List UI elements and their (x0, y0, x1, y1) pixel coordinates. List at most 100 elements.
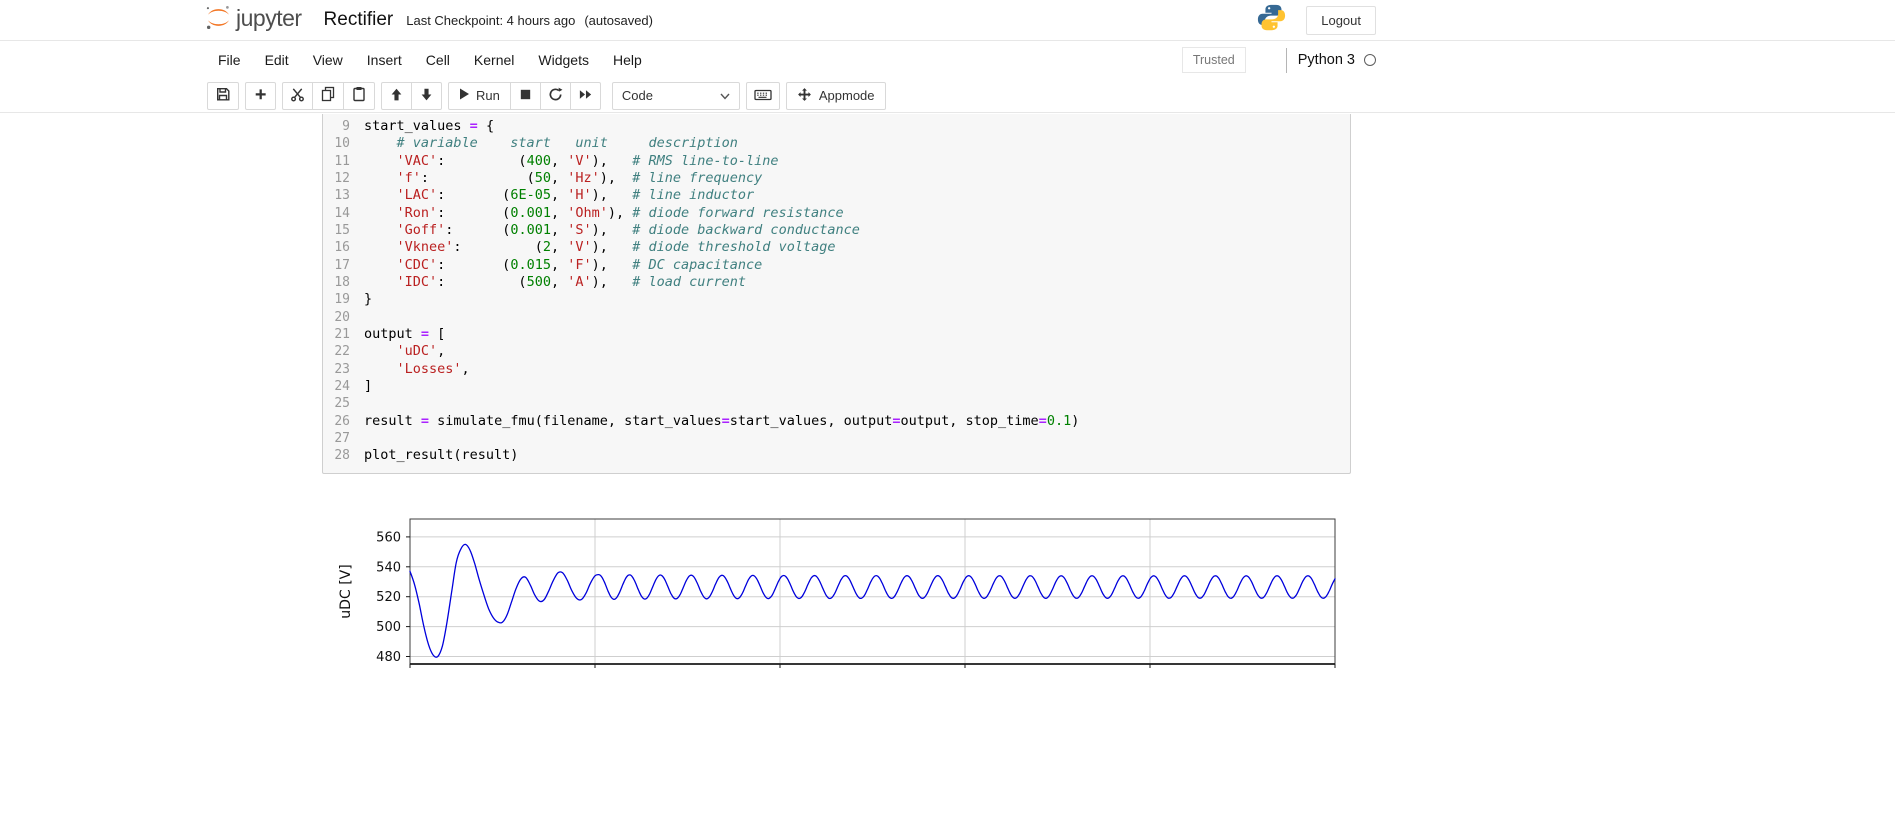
code-line: plot_result(result) (364, 447, 519, 464)
code-line: 'CDC': (0.015, 'F'), # DC capacitance (396, 256, 763, 273)
command-palette-button[interactable] (745, 81, 780, 110)
jupyter-logo-text: jupyter (236, 4, 302, 31)
code-line: result = simulate_fmu(filename, start_va… (364, 412, 1080, 429)
cell-type-selected: Code (621, 88, 653, 103)
notebook-title[interactable]: Rectifier (324, 9, 394, 31)
scissors-icon (290, 87, 305, 105)
stop-icon (518, 87, 533, 105)
code-line: start_values = { (364, 118, 495, 134)
play-icon (459, 88, 470, 103)
code-cell[interactable]: 9 10 11 12 13 14 15 16 17 18 19 20 21 22 23 24 25 26 27 28 … (322, 114, 1351, 681)
arrows-expand-icon (797, 87, 812, 105)
line-number: 23 (334, 361, 350, 377)
notebook-area: 9 10 11 12 13 14 15 16 17 18 19 20 21 22 23 24 25 26 27 28 … (0, 113, 1895, 681)
header: jupyter Rectifier Last Checkpoint: 4 hou… (0, 0, 1895, 41)
menu-item-edit[interactable]: Edit (253, 43, 301, 77)
kernel-name: Python 3 (1297, 52, 1355, 68)
code-line: 'Ron': (0.001, 'Ohm'), # diode forward r… (396, 204, 844, 221)
code-line: 'Goff': (0.001, 'S'), # diode backward c… (396, 221, 860, 238)
code-line: 'Losses', (396, 360, 470, 377)
cell-type-dropdown[interactable]: Code (611, 81, 740, 110)
svg-text:480: 480 (376, 650, 401, 665)
line-number: 11 (334, 153, 350, 169)
kernel-idle-icon (1364, 54, 1376, 66)
line-number-gutter: 9 10 11 12 13 14 15 16 17 18 19 20 21 22 23 24 25 26 27 28 (323, 118, 354, 465)
code-line: } (364, 291, 373, 308)
code-line: 'LAC': (6E-05, 'H'), # line inductor (396, 187, 755, 204)
code-editor[interactable]: 9 10 11 12 13 14 15 16 17 18 19 20 21 22 23 24 25 26 27 28 … (322, 114, 1351, 474)
chevron-down-icon (720, 88, 730, 103)
autosave-status: (autosaved) (584, 12, 653, 28)
code-lines: start_values = { # variable start unit d… (354, 118, 1350, 465)
code-line: output = [ (364, 325, 446, 342)
line-number: 19 (334, 292, 350, 308)
kernel-separator (1285, 47, 1287, 73)
code-line: 'Vknee': (2, 'V'), # diode threshold vol… (396, 239, 836, 256)
line-number: 18 (334, 274, 350, 290)
arrow-down-icon (419, 87, 434, 105)
menu-item-view[interactable]: View (301, 43, 355, 77)
line-number: 15 (334, 222, 350, 238)
paste-icon (351, 86, 367, 105)
checkpoint-status: Last Checkpoint: 4 hours ago (406, 12, 576, 28)
line-number: 9 (342, 119, 350, 134)
refresh-icon (548, 87, 563, 105)
copy-icon (320, 86, 336, 105)
code-line: # variable start unit description (364, 135, 738, 152)
line-number: 24 (334, 378, 350, 394)
interrupt-kernel-button[interactable] (509, 81, 541, 110)
line-number: 25 (334, 396, 350, 412)
copy-cell-button[interactable] (312, 81, 344, 110)
line-number: 28 (334, 448, 350, 464)
line-number: 22 (334, 344, 350, 360)
cut-cell-button[interactable] (282, 81, 313, 110)
menu-item-help[interactable]: Help (601, 43, 654, 77)
code-line: 'IDC': (500, 'A'), # load current (396, 273, 747, 290)
plus-icon (253, 87, 268, 105)
jupyter-logo-icon (205, 4, 232, 36)
restart-kernel-button[interactable] (539, 81, 571, 110)
keyboard-icon (754, 87, 772, 105)
svg-text:uDC [V]: uDC [V] (338, 564, 354, 618)
restart-run-all-button[interactable] (569, 81, 601, 110)
menu-item-widgets[interactable]: Widgets (526, 43, 601, 77)
save-button[interactable] (207, 81, 239, 110)
move-cell-up-button[interactable] (381, 81, 412, 110)
svg-text:560: 560 (376, 530, 401, 545)
jupyter-logo[interactable]: jupyter (205, 4, 302, 36)
svg-text:500: 500 (376, 620, 401, 635)
code-line: 'VAC': (400, 'V'), # RMS line-to-line (396, 152, 779, 169)
line-number: 13 (334, 188, 350, 204)
cell-output: 480 500 520 540 560 uDC [V] (330, 506, 1351, 681)
code-line: 'f': (50, 'Hz'), # line frequency (396, 169, 763, 186)
line-number: 14 (334, 205, 350, 221)
code-line: ] (364, 377, 373, 394)
add-cell-button[interactable] (245, 81, 276, 110)
logout-button[interactable]: Logout (1306, 5, 1376, 35)
line-number: 12 (334, 170, 350, 186)
paste-cell-button[interactable] (343, 81, 375, 110)
udc-plot: 480 500 520 540 560 uDC [V] (338, 518, 1336, 668)
code-line: 'uDC', (396, 343, 446, 360)
python-logo-icon (1257, 3, 1286, 37)
toolbar: Run Code Appmode (0, 79, 1895, 113)
menu-item-file[interactable]: File (206, 43, 253, 77)
svg-text:540: 540 (376, 560, 401, 575)
line-number: 16 (334, 240, 350, 256)
run-button[interactable]: Run (448, 81, 511, 110)
menu-item-cell[interactable]: Cell (414, 43, 462, 77)
trusted-badge[interactable]: Trusted (1181, 47, 1246, 73)
move-cell-down-button[interactable] (411, 81, 442, 110)
save-icon (215, 86, 231, 105)
menu-item-kernel[interactable]: Kernel (462, 43, 526, 77)
menu-item-insert[interactable]: Insert (355, 43, 414, 77)
line-number: 10 (334, 136, 350, 152)
arrow-up-icon (389, 87, 404, 105)
line-number: 26 (334, 413, 350, 429)
line-number: 17 (334, 257, 350, 273)
appmode-button[interactable]: Appmode (785, 81, 886, 110)
svg-text:520: 520 (376, 590, 401, 605)
